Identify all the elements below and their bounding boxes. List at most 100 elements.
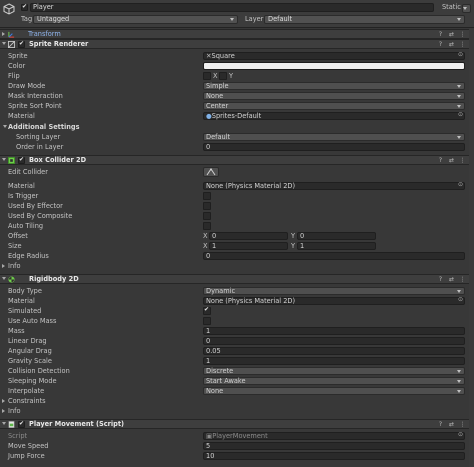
box-collider-enabled-toggle[interactable] bbox=[18, 156, 25, 164]
order-in-layer-field[interactable]: 0 bbox=[203, 143, 465, 151]
static-label: Static bbox=[442, 3, 461, 11]
script-icon bbox=[8, 421, 15, 428]
body-type-label: Body Type bbox=[8, 287, 42, 295]
simulated-row: Simulated bbox=[0, 306, 474, 316]
foldout-arrow-icon[interactable] bbox=[2, 264, 5, 268]
move-speed-field[interactable]: 5 bbox=[203, 442, 465, 450]
gravity-scale-row: Gravity Scale 1 bbox=[0, 356, 474, 366]
offset-x-field[interactable]: 0 bbox=[209, 232, 288, 240]
menu-icon[interactable]: ⋮ bbox=[459, 40, 466, 49]
additional-settings-row[interactable]: Additional Settings bbox=[0, 122, 474, 132]
sprite-renderer-enabled-toggle[interactable] bbox=[18, 40, 25, 48]
used-by-effector-checkbox[interactable] bbox=[203, 202, 211, 210]
layer-label: Layer bbox=[245, 15, 264, 23]
flip-x-checkbox[interactable] bbox=[203, 72, 211, 80]
transform-title: Transform bbox=[28, 30, 61, 38]
layer-dropdown[interactable]: Default bbox=[264, 15, 465, 24]
presets-icon[interactable]: ⇄ bbox=[448, 420, 455, 429]
jump-force-field[interactable]: 10 bbox=[203, 452, 465, 460]
box-material-field[interactable]: None (Physics Material 2D) bbox=[203, 182, 465, 190]
active-toggle[interactable] bbox=[21, 3, 28, 11]
sprite-field[interactable]: ✕Square bbox=[203, 52, 465, 60]
inspector-scrollbar[interactable] bbox=[469, 28, 474, 467]
script-row: Script ▣PlayerMovement bbox=[0, 431, 474, 441]
flip-y-label: Y bbox=[229, 72, 234, 80]
material-field[interactable]: ●Sprites-Default bbox=[203, 112, 465, 120]
foldout-arrow-icon[interactable] bbox=[2, 42, 6, 45]
sprite-renderer-header[interactable]: Sprite Renderer ? ⇄ ⋮ bbox=[0, 39, 474, 49]
rigidbody-header[interactable]: Rigidbody 2D ? ⇄ ⋮ bbox=[0, 274, 474, 284]
tag-dropdown[interactable]: Untagged bbox=[33, 15, 238, 24]
transform-component-header[interactable]: Transform ? ⇄ ⋮ bbox=[0, 29, 474, 39]
simulated-checkbox[interactable] bbox=[203, 306, 211, 315]
angular-drag-row: Angular Drag 0.05 bbox=[0, 346, 474, 356]
linear-drag-field[interactable]: 0 bbox=[203, 337, 465, 345]
player-movement-header[interactable]: Player Movement (Script) ? ⇄ ⋮ bbox=[0, 419, 474, 429]
presets-icon[interactable]: ⇄ bbox=[448, 275, 455, 284]
used-by-composite-checkbox[interactable] bbox=[203, 212, 211, 220]
help-icon[interactable]: ? bbox=[437, 275, 444, 284]
presets-icon[interactable]: ⇄ bbox=[448, 156, 455, 165]
collision-detection-dropdown[interactable]: Discrete bbox=[203, 367, 465, 375]
offset-y-field[interactable]: 0 bbox=[297, 232, 376, 240]
size-x-field[interactable]: 1 bbox=[209, 242, 288, 250]
foldout-arrow-icon[interactable] bbox=[2, 409, 5, 413]
box-info-row[interactable]: Info bbox=[0, 261, 474, 271]
color-label: Color bbox=[8, 62, 26, 70]
rb-material-field[interactable]: None (Physics Material 2D) bbox=[203, 297, 465, 305]
auto-tiling-checkbox[interactable] bbox=[203, 222, 211, 230]
foldout-arrow-icon[interactable] bbox=[2, 158, 6, 161]
presets-icon[interactable]: ⇄ bbox=[448, 40, 455, 49]
foldout-arrow-icon[interactable] bbox=[3, 125, 7, 128]
help-icon[interactable]: ? bbox=[437, 40, 444, 49]
box-collider-header[interactable]: Box Collider 2D ? ⇄ ⋮ bbox=[0, 155, 474, 165]
flip-y-checkbox[interactable] bbox=[219, 72, 227, 80]
tag-label: Tag bbox=[21, 15, 33, 23]
help-icon[interactable]: ? bbox=[437, 420, 444, 429]
mass-label: Mass bbox=[8, 327, 25, 335]
menu-icon[interactable]: ⋮ bbox=[459, 30, 466, 39]
gameobject-cube-icon bbox=[3, 3, 15, 15]
gravity-scale-field[interactable]: 1 bbox=[203, 357, 465, 365]
script-field: ▣PlayerMovement bbox=[203, 432, 465, 440]
linear-drag-label: Linear Drag bbox=[8, 337, 47, 345]
foldout-arrow-icon[interactable] bbox=[2, 422, 6, 425]
foldout-arrow-icon[interactable] bbox=[2, 277, 6, 280]
help-icon[interactable]: ? bbox=[437, 156, 444, 165]
use-auto-mass-row: Use Auto Mass bbox=[0, 316, 474, 326]
sprite-sort-point-dropdown[interactable]: Center bbox=[203, 102, 465, 110]
menu-icon[interactable]: ⋮ bbox=[459, 420, 466, 429]
size-y-field[interactable]: 1 bbox=[297, 242, 376, 250]
sprite-renderer-title: Sprite Renderer bbox=[29, 40, 89, 48]
sorting-layer-dropdown[interactable]: Default bbox=[203, 133, 465, 141]
rb-info-row[interactable]: Info bbox=[0, 406, 474, 416]
constraints-row[interactable]: Constraints bbox=[0, 396, 474, 406]
presets-icon[interactable]: ⇄ bbox=[448, 30, 455, 39]
gravity-scale-label: Gravity Scale bbox=[8, 357, 52, 365]
is-trigger-checkbox[interactable] bbox=[203, 192, 211, 200]
mass-field[interactable]: 1 bbox=[203, 327, 465, 335]
rigidbody-icon bbox=[8, 276, 15, 283]
interpolate-dropdown[interactable]: None bbox=[203, 387, 465, 395]
menu-icon[interactable]: ⋮ bbox=[459, 275, 466, 284]
foldout-arrow-icon[interactable] bbox=[2, 399, 5, 403]
angular-drag-field[interactable]: 0.05 bbox=[203, 347, 465, 355]
jump-force-label: Jump Force bbox=[8, 452, 45, 460]
menu-icon[interactable]: ⋮ bbox=[459, 156, 466, 165]
static-dropdown[interactable] bbox=[462, 4, 471, 13]
edge-radius-row: Edge Radius 0 bbox=[0, 251, 474, 261]
edge-radius-field[interactable]: 0 bbox=[203, 252, 465, 260]
help-icon[interactable]: ? bbox=[437, 30, 444, 39]
color-swatch[interactable] bbox=[203, 62, 465, 70]
player-movement-enabled-toggle[interactable] bbox=[18, 420, 25, 428]
object-name-field[interactable]: Player bbox=[30, 3, 434, 12]
sorting-layer-row: Sorting Layer Default bbox=[0, 132, 474, 142]
foldout-arrow-icon[interactable] bbox=[2, 32, 5, 36]
draw-mode-dropdown[interactable]: Simple bbox=[203, 82, 465, 90]
used-by-effector-label: Used By Effector bbox=[8, 202, 63, 210]
body-type-dropdown[interactable]: Dynamic bbox=[203, 287, 465, 295]
use-auto-mass-checkbox[interactable] bbox=[203, 317, 211, 325]
edit-collider-button[interactable] bbox=[203, 167, 219, 177]
mask-interaction-dropdown[interactable]: None bbox=[203, 92, 465, 100]
sleeping-mode-dropdown[interactable]: Start Awake bbox=[203, 377, 465, 385]
